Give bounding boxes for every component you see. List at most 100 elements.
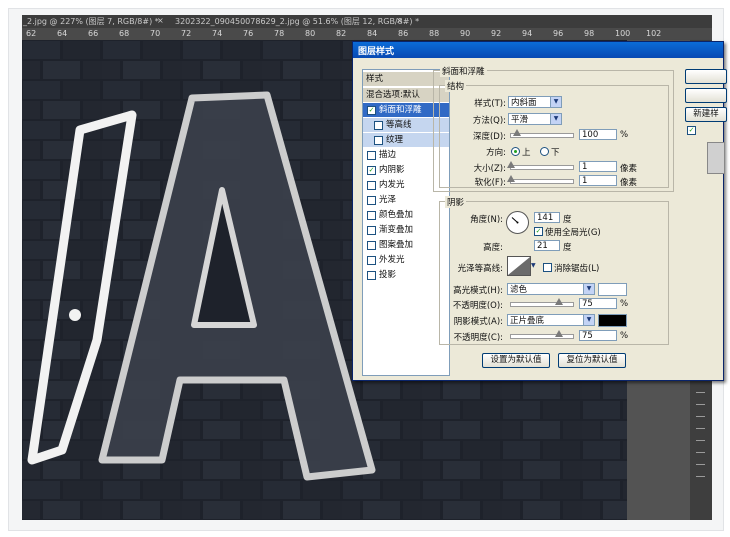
make-default-button[interactable]: 设置为默认值 (482, 353, 550, 368)
direction-down-radio[interactable] (540, 147, 549, 156)
cancel-button[interactable] (685, 88, 727, 103)
soften-slider[interactable] (507, 175, 574, 184)
style-item-checkbox[interactable] (367, 226, 376, 235)
ruler-tick-label: 86 (398, 29, 409, 38)
highlight-mode-label: 高光模式(H): (453, 286, 503, 296)
style-item[interactable]: 颜色叠加 (363, 208, 449, 222)
style-item-label: 颜色叠加 (379, 210, 414, 220)
reset-to-default-button[interactable]: 复位为默认值 (558, 353, 626, 368)
direction-up-radio[interactable] (511, 147, 520, 156)
highlight-opacity-slider[interactable] (510, 298, 574, 307)
style-item[interactable]: 外发光 (363, 253, 449, 267)
style-item-label: 斜面和浮雕 (379, 105, 422, 115)
highlight-opacity-input[interactable]: 75 (579, 298, 617, 309)
preview-checkbox[interactable]: ✓ (687, 126, 696, 135)
shadow-opacity-slider[interactable] (510, 330, 574, 339)
style-item-label: 内阴影 (379, 165, 405, 175)
close-icon[interactable]: × (396, 16, 403, 25)
chevron-down-icon: ▼ (583, 315, 594, 325)
style-item-checkbox[interactable] (367, 151, 376, 160)
highlight-color-swatch[interactable] (598, 283, 627, 296)
ruler-tick-label: 98 (584, 29, 595, 38)
shading-title: 阴影 (445, 196, 467, 208)
depth-input[interactable]: 100 (579, 129, 617, 140)
ruler-tick-label: 80 (305, 29, 316, 38)
style-item-checkbox[interactable] (367, 196, 376, 205)
shadow-opacity-input[interactable]: 75 (579, 330, 617, 341)
style-item[interactable]: 图案叠加 (363, 238, 449, 252)
ruler-tick-label: 94 (522, 29, 533, 38)
dialog-titlebar[interactable]: 图层样式 (353, 42, 723, 58)
tab-document-1[interactable]: _2.jpg @ 227% (图层 7, RGB/8#) * (23, 16, 159, 27)
style-item-checkbox[interactable] (367, 181, 376, 190)
style-item[interactable]: 渐变叠加 (363, 223, 449, 237)
soften-input[interactable]: 1 (579, 175, 617, 186)
soften-slider-thumb[interactable] (507, 175, 515, 182)
technique-label: 方法(Q): (472, 116, 506, 126)
size-label: 大小(Z): (473, 164, 506, 174)
style-item[interactable]: 光泽 (363, 193, 449, 207)
bevel-emboss-title: 斜面和浮雕 (440, 65, 487, 77)
dialog-title: 图层样式 (358, 47, 395, 57)
style-item-checkbox[interactable]: ✓ (367, 166, 376, 175)
tab-document-2[interactable]: 3202322_090450078629_2.jpg @ 51.6% (图层 1… (175, 16, 419, 27)
chevron-down-icon: ▼ (550, 97, 561, 107)
technique-select[interactable]: 平滑 ▼ (508, 113, 562, 125)
shadow-mode-select[interactable]: 正片叠底 ▼ (507, 314, 595, 326)
depth-slider[interactable] (510, 129, 574, 138)
style-item-checkbox[interactable] (374, 136, 383, 145)
anti-aliased-checkbox[interactable] (543, 263, 552, 272)
direction-label: 方向: (486, 148, 506, 158)
ruler-tick-label: 100 (615, 29, 631, 38)
ok-button[interactable] (685, 69, 727, 84)
use-global-light-label: 使用全局光(G) (545, 228, 601, 238)
ruler-tick-label: 84 (367, 29, 378, 38)
style-item-checkbox[interactable] (374, 121, 383, 130)
ruler-tick-label: 70 (150, 29, 161, 38)
style-item[interactable]: 投影 (363, 268, 449, 282)
style-item-label: 渐变叠加 (379, 225, 414, 235)
angle-label: 角度(N): (470, 215, 503, 225)
style-item-checkbox[interactable] (367, 271, 376, 280)
bevel-style-select[interactable]: 内斜面 ▼ (508, 96, 562, 108)
highlight-opacity-thumb[interactable] (555, 298, 563, 305)
shadow-color-swatch[interactable] (598, 314, 627, 327)
altitude-unit: 度 (563, 243, 572, 253)
style-item-checkbox[interactable]: ✓ (367, 106, 376, 115)
chevron-down-icon: ▼ (550, 114, 561, 124)
style-item-label: 光泽 (379, 195, 397, 205)
ruler-tick-label: 82 (336, 29, 347, 38)
size-input[interactable]: 1 (579, 161, 617, 172)
shadow-opacity-unit: % (620, 331, 629, 341)
style-item-checkbox[interactable] (367, 256, 376, 265)
ruler-tick-label: 66 (88, 29, 99, 38)
new-style-button[interactable]: 新建样 (685, 107, 727, 122)
ruler-tick-label: 102 (646, 29, 662, 38)
shadow-opacity-label: 不透明度(C): (453, 333, 503, 343)
style-item-checkbox[interactable] (367, 211, 376, 220)
gloss-contour-label: 光泽等高线: (457, 264, 503, 274)
highlight-mode-select[interactable]: 滤色 ▼ (507, 283, 595, 295)
close-icon[interactable]: × (157, 16, 164, 25)
chevron-down-icon: ▼ (583, 284, 594, 294)
depth-unit: % (620, 130, 629, 140)
style-item-label: 内发光 (379, 180, 405, 190)
angle-dial[interactable] (506, 211, 529, 234)
shadow-mode-label: 阴影模式(A): (453, 317, 503, 327)
size-slider[interactable] (507, 161, 574, 170)
gloss-contour-picker[interactable] (507, 256, 531, 276)
style-item-label: 投影 (379, 270, 397, 280)
altitude-input[interactable]: 21 (534, 240, 560, 251)
ruler-tick-label: 90 (460, 29, 471, 38)
angle-input[interactable]: 141 (534, 212, 560, 223)
style-item-checkbox[interactable] (367, 241, 376, 250)
ruler-tick-label: 62 (26, 29, 37, 38)
chevron-down-icon[interactable]: ▼ (531, 262, 536, 269)
ruler-tick-label: 96 (553, 29, 564, 38)
angle-unit: 度 (563, 215, 572, 225)
use-global-light-checkbox[interactable]: ✓ (534, 227, 543, 236)
size-slider-thumb[interactable] (507, 161, 515, 168)
style-item-label: 纹理 (386, 135, 404, 145)
shadow-opacity-thumb[interactable] (555, 330, 563, 337)
depth-slider-thumb[interactable] (513, 129, 522, 136)
